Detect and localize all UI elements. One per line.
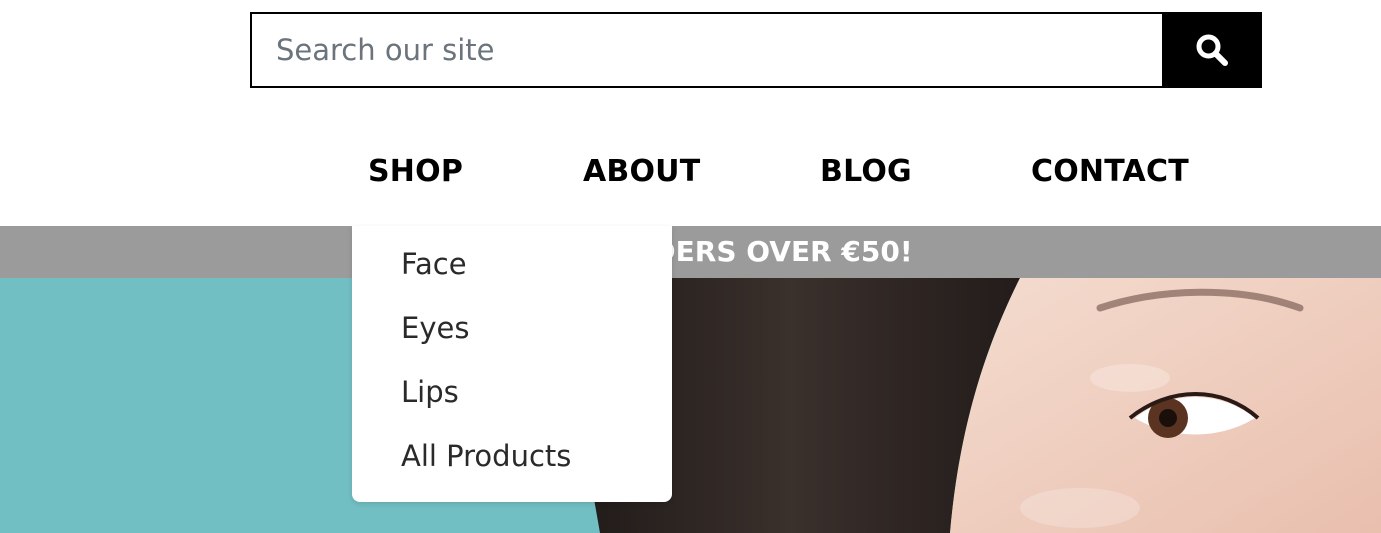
main-nav: SHOP ABOUT BLOG CONTACT <box>0 150 1381 194</box>
dropdown-item-all-products[interactable]: All Products <box>401 436 571 476</box>
dropdown-item-lips[interactable]: Lips <box>401 372 459 412</box>
search-input[interactable] <box>250 12 1162 88</box>
hero-banner <box>0 278 1381 533</box>
search-button[interactable] <box>1162 12 1262 88</box>
nav-item-blog[interactable]: BLOG <box>820 150 912 194</box>
dropdown-item-eyes[interactable]: Eyes <box>401 308 469 348</box>
search-bar <box>250 12 1262 88</box>
search-icon <box>1196 34 1228 66</box>
dropdown-item-face[interactable]: Face <box>401 244 467 284</box>
nav-item-about[interactable]: ABOUT <box>583 150 700 194</box>
shop-dropdown-menu: Face Eyes Lips All Products <box>352 226 672 502</box>
nav-item-contact[interactable]: CONTACT <box>1031 150 1189 194</box>
hero-image <box>0 278 1381 533</box>
announcement-bar: RY ON ORDERS OVER €50! <box>0 226 1381 278</box>
nav-item-shop[interactable]: SHOP <box>368 150 463 194</box>
